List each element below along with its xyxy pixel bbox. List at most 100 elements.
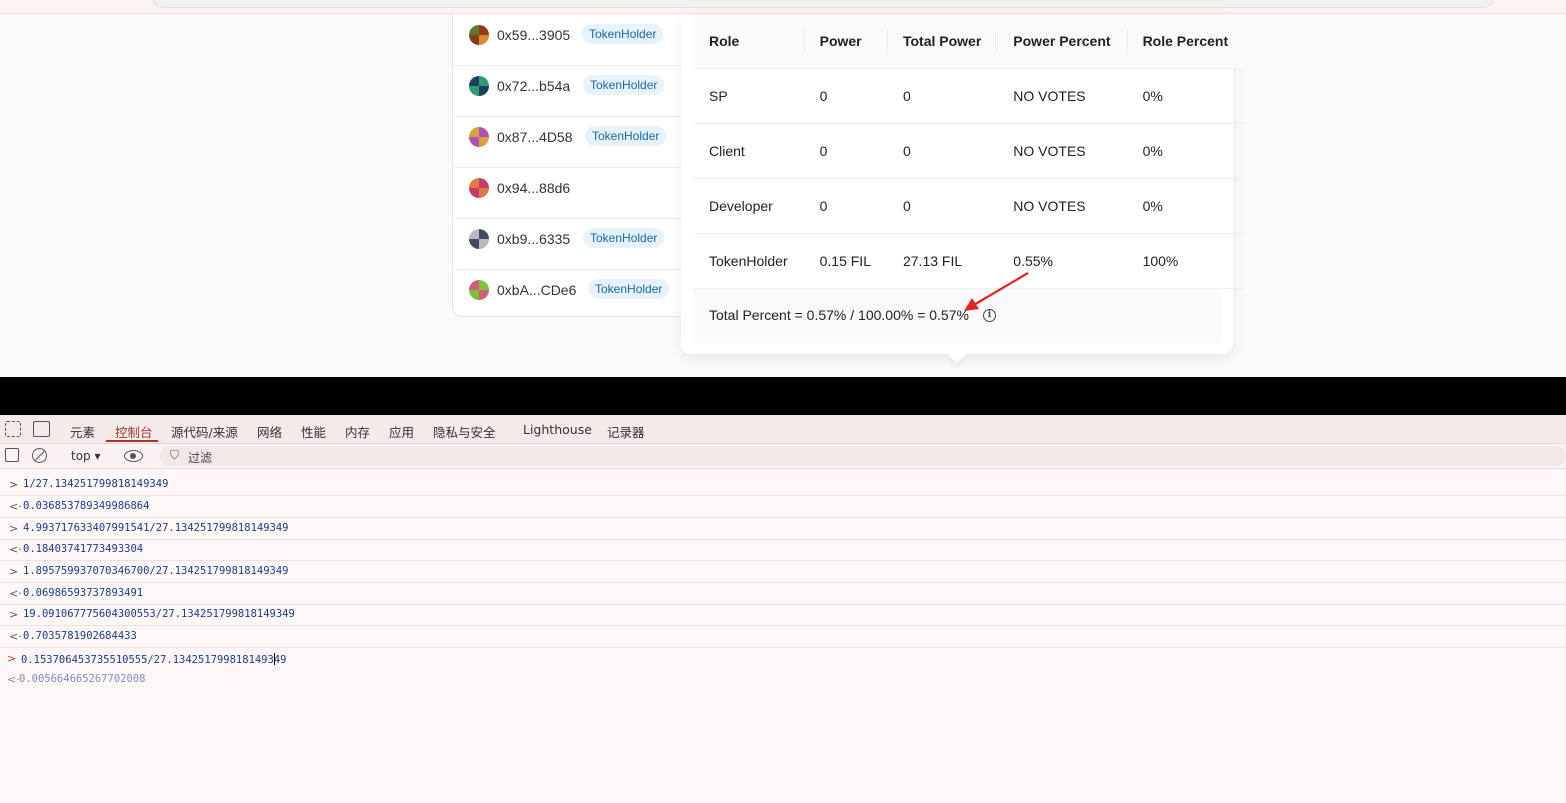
console-result-line[interactable]: <· 0.036853789349986864 xyxy=(0,496,1566,518)
avatar xyxy=(469,280,489,300)
voter-row[interactable]: 0xb9...6335 TokenHolder xyxy=(453,218,693,270)
voter-row[interactable]: 0x72...b54a TokenHolder xyxy=(453,65,693,117)
header-role: Role xyxy=(693,14,804,69)
console-input-line[interactable]: >4.993717633407991541/27.134251799818149… xyxy=(0,518,1566,540)
console-text: 0.06986593737893491 xyxy=(23,587,144,599)
console-text: 0.7035781902684433 xyxy=(23,630,137,642)
cell-power: 0 xyxy=(803,123,887,179)
header-role-percent: Role Percent xyxy=(1126,14,1245,69)
devtools-tab-bar: 元素 控制台 源代码/来源 网络 性能 内存 应用 隐私与安全 Lighthou… xyxy=(0,415,1566,444)
console-preview-line: <· 0.005664665267702008 xyxy=(0,671,1566,692)
cell-total-power: 0 xyxy=(886,178,998,234)
cell-power-percent: NO VOTES xyxy=(997,123,1127,179)
live-expression-eye-icon[interactable] xyxy=(124,450,143,462)
sidebar-toggle-icon[interactable] xyxy=(5,448,19,462)
text-cursor xyxy=(274,653,275,665)
tab-elements[interactable]: 元素 xyxy=(70,422,95,441)
voter-address[interactable]: 0xb9...6335 xyxy=(497,231,570,247)
prompt-prefix: > xyxy=(9,522,19,535)
header-power-percent: Power Percent xyxy=(997,14,1127,69)
table-row: Developer 0 0 NO VOTES 0% xyxy=(693,178,1245,234)
voter-row[interactable]: 0x59...3905 TokenHolder xyxy=(453,14,693,66)
voting-power-popover: Role Power Total Power Power Percent Rol… xyxy=(681,14,1245,354)
role-badge: TokenHolder xyxy=(583,228,665,248)
console-result-line[interactable]: <· 0.7035781902684433 xyxy=(0,626,1566,648)
console-result-line[interactable]: <· 0.06986593737893491 xyxy=(0,583,1566,605)
tab-memory[interactable]: 内存 xyxy=(345,422,370,441)
tab-privacy-security[interactable]: 隐私与安全 xyxy=(433,422,496,441)
tab-console[interactable]: 控制台 xyxy=(115,422,153,441)
tab-lighthouse[interactable]: Lighthouse xyxy=(523,422,592,437)
cell-role-percent: 0% xyxy=(1126,178,1245,234)
cell-total-power: 0 xyxy=(886,68,998,124)
console-text: 1.895759937070346700/27.1342517998181493… xyxy=(23,565,289,577)
cell-power: 0.15 FIL xyxy=(803,233,887,289)
total-percent-text: Total Percent = 0.57% / 100.00% = 0.57% xyxy=(709,307,969,323)
voter-row[interactable]: 0x87...4D58 TokenHolder xyxy=(453,116,693,168)
console-text: 0.18403741773493304 xyxy=(23,543,144,555)
separator-bar xyxy=(0,377,1566,415)
role-badge: TokenHolder xyxy=(583,75,665,95)
voter-address[interactable]: 0x94...88d6 xyxy=(497,180,570,196)
device-toolbar-icon[interactable] xyxy=(33,421,50,437)
table-row: SP 0 0 NO VOTES 0% xyxy=(693,68,1245,124)
result-prefix: <· xyxy=(9,587,22,600)
role-badge: TokenHolder xyxy=(582,24,664,44)
console-text: 0.005664665267702008 xyxy=(19,673,146,685)
console-toolbar: top ▾ ⛉ 过滤 xyxy=(0,444,1566,469)
tab-sources[interactable]: 源代码/来源 xyxy=(171,422,238,441)
tab-performance[interactable]: 性能 xyxy=(301,422,326,441)
voter-address[interactable]: 0x87...4D58 xyxy=(497,129,573,145)
result-prefix: <· xyxy=(7,673,20,686)
console-prompt-line[interactable]: >0.153706453735510555/27.134251799818149… xyxy=(0,649,1566,671)
cell-role: SP xyxy=(693,68,804,124)
role-badge: TokenHolder xyxy=(588,279,670,299)
top-bar xyxy=(0,0,1566,14)
result-prefix: <· xyxy=(9,543,22,556)
top-search-bar[interactable] xyxy=(152,0,1494,8)
prompt-prefix: > xyxy=(9,608,19,621)
console-result-line[interactable]: <· 0.18403741773493304 xyxy=(0,539,1566,561)
tab-network[interactable]: 网络 xyxy=(257,422,282,441)
console-text: 1/27.134251799818149349 xyxy=(23,478,169,490)
role-badge: TokenHolder xyxy=(585,126,667,146)
header-total-power: Total Power xyxy=(886,14,998,69)
prompt-prefix: > xyxy=(9,565,19,578)
console-text: 0.153706453735510555/27.1342517998181493… xyxy=(21,654,287,666)
voter-row[interactable]: 0x94...88d6 xyxy=(453,167,693,219)
voter-address[interactable]: 0xbA...CDe6 xyxy=(497,282,576,298)
inspect-element-icon[interactable] xyxy=(5,421,21,437)
cell-power-percent: NO VOTES xyxy=(997,178,1127,234)
voter-row[interactable]: 0xbA...CDe6 TokenHolder xyxy=(453,269,693,316)
avatar xyxy=(469,127,489,147)
context-selector[interactable]: top ▾ xyxy=(71,449,101,463)
filter-input[interactable]: ⛉ 过滤 xyxy=(160,446,1566,466)
prompt-prefix: > xyxy=(7,652,17,665)
cell-power: 0 xyxy=(803,178,887,234)
filter-label: 过滤 xyxy=(188,451,213,465)
tab-recorder[interactable]: 记录器 xyxy=(607,422,645,441)
voter-address[interactable]: 0x72...b54a xyxy=(497,78,570,94)
cell-power: 0 xyxy=(803,68,887,124)
console-input-line[interactable]: >1/27.134251799818149349 xyxy=(0,474,1566,496)
avatar xyxy=(469,229,489,249)
voter-list: 0x59...3905 TokenHolder 0x72...b54a Toke… xyxy=(452,14,694,317)
cell-power-percent: NO VOTES xyxy=(997,68,1127,124)
voter-address[interactable]: 0x59...3905 xyxy=(497,27,570,43)
table-row: Client 0 0 NO VOTES 0% xyxy=(693,123,1245,179)
avatar xyxy=(469,25,489,45)
cell-role: Developer xyxy=(693,178,804,234)
console-input-line[interactable]: >1.895759937070346700/27.134251799818149… xyxy=(0,561,1566,583)
tab-application[interactable]: 应用 xyxy=(389,422,414,441)
cell-role-percent: 0% xyxy=(1126,123,1245,179)
page-area: 0x59...3905 TokenHolder 0x72...b54a Toke… xyxy=(0,0,1566,377)
console-text: 19.091067775604300553/27.134251799818149… xyxy=(23,608,295,620)
total-percent-row: Total Percent = 0.57% / 100.00% = 0.57% … xyxy=(693,289,1221,343)
console-text: 0.036853789349986864 xyxy=(23,500,150,512)
result-prefix: <· xyxy=(9,500,22,513)
annotation-arrow-icon xyxy=(964,272,1029,311)
clear-console-icon[interactable] xyxy=(32,448,47,463)
prompt-prefix: > xyxy=(9,478,19,491)
active-tab-indicator xyxy=(106,440,158,442)
console-input-line[interactable]: >19.091067775604300553/27.13425179981814… xyxy=(0,604,1566,626)
